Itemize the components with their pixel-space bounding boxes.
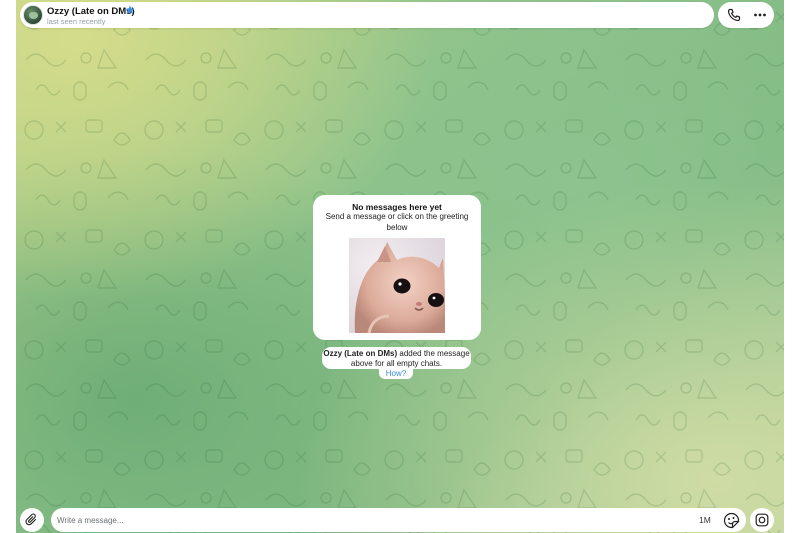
how-link-container: How? — [379, 368, 413, 379]
how-link[interactable]: How? — [379, 369, 413, 378]
chat-header[interactable]: Ozzy (Late on DMs) last seen recently — [20, 2, 714, 28]
camera-icon — [755, 513, 769, 527]
avatar-image — [29, 12, 38, 19]
greeting-sticker[interactable] — [349, 238, 445, 333]
more-icon[interactable] — [753, 8, 767, 22]
service-message: Ozzy (Late on DMs) added the message abo… — [322, 347, 471, 369]
chat-title[interactable]: Ozzy (Late on DMs) — [47, 6, 135, 17]
empty-chat-title: No messages here yet — [352, 202, 442, 212]
cat-sticker — [349, 238, 445, 333]
attach-button[interactable] — [20, 508, 44, 532]
avatar[interactable] — [23, 5, 43, 25]
service-message-text: Ozzy (Late on DMs) added the message abo… — [322, 349, 471, 369]
message-composer: 1M — [51, 508, 746, 532]
empty-chat-subtitle: Send a message or click on the greeting … — [325, 212, 469, 232]
phone-icon[interactable] — [727, 8, 741, 22]
sticker-icon[interactable] — [723, 512, 740, 529]
header-actions — [718, 2, 774, 28]
empty-chat-card: No messages here yet Send a message or c… — [313, 195, 481, 340]
star-icon — [125, 5, 135, 14]
paperclip-icon — [25, 513, 37, 526]
message-input[interactable] — [57, 512, 657, 528]
service-message-name: Ozzy (Late on DMs) — [323, 349, 398, 358]
chat-status: last seen recently — [47, 17, 106, 26]
camera-button[interactable] — [750, 508, 774, 532]
auto-delete-timer[interactable]: 1M — [699, 515, 711, 525]
